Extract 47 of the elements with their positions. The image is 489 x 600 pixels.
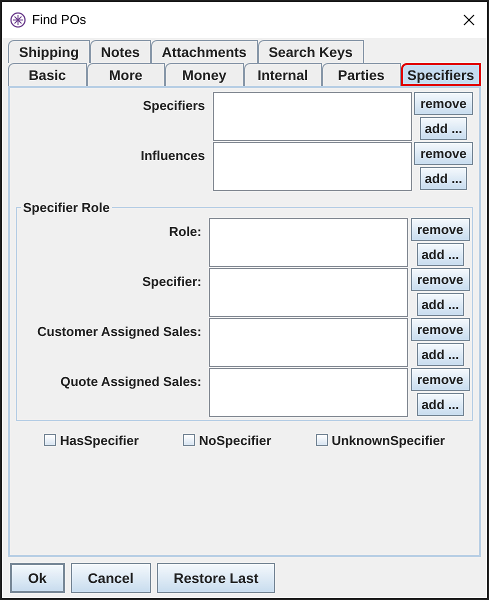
add-button[interactable]: add ... bbox=[416, 242, 464, 266]
add-button[interactable]: add ... bbox=[416, 392, 464, 416]
checkbox[interactable] bbox=[183, 434, 196, 446]
group-title: Specifier Role bbox=[22, 199, 111, 217]
field-label: Specifiers bbox=[142, 97, 206, 115]
tab[interactable]: More bbox=[86, 63, 165, 86]
tab[interactable]: Internal bbox=[244, 63, 322, 86]
list-field[interactable] bbox=[213, 92, 412, 141]
remove-button[interactable]: remove bbox=[410, 268, 470, 290]
list-field[interactable] bbox=[209, 318, 408, 366]
list-field[interactable] bbox=[209, 218, 408, 266]
list-field[interactable] bbox=[213, 142, 412, 191]
field-label: Specifier: bbox=[141, 272, 202, 291]
field-label: Influences bbox=[140, 147, 206, 165]
field-label: Role: bbox=[168, 222, 202, 240]
remove-button[interactable]: remove bbox=[414, 92, 473, 115]
add-button[interactable]: add ... bbox=[416, 292, 464, 316]
dialog-button[interactable]: Ok bbox=[10, 563, 65, 593]
checkbox-label: UnknownSpecifier bbox=[332, 432, 445, 450]
list-field[interactable] bbox=[209, 368, 408, 416]
checkbox-label: NoSpecifier bbox=[199, 432, 272, 450]
checkbox[interactable] bbox=[316, 434, 328, 446]
field-label: Customer Assigned Sales: bbox=[36, 322, 202, 341]
tab[interactable]: Basic bbox=[8, 63, 86, 86]
remove-button[interactable]: remove bbox=[410, 318, 470, 340]
list-field[interactable] bbox=[209, 268, 408, 316]
tab[interactable]: Parties bbox=[322, 63, 400, 86]
tab[interactable]: Notes bbox=[90, 40, 151, 63]
dialog-button[interactable]: Restore Last bbox=[156, 563, 276, 593]
add-button[interactable]: add ... bbox=[416, 342, 464, 366]
add-button[interactable]: add ... bbox=[420, 117, 467, 140]
tab[interactable]: Search Keys bbox=[258, 40, 364, 63]
dialog-button[interactable]: Cancel bbox=[70, 563, 151, 593]
app-logo-icon bbox=[10, 12, 26, 28]
remove-button[interactable]: remove bbox=[410, 218, 470, 240]
add-button[interactable]: add ... bbox=[420, 167, 467, 190]
field-label: Quote Assigned Sales: bbox=[59, 372, 202, 391]
tab[interactable]: Specifiers bbox=[400, 63, 481, 86]
tab[interactable]: Shipping bbox=[8, 40, 90, 63]
checkbox[interactable] bbox=[44, 434, 56, 446]
tab[interactable]: Attachments bbox=[150, 40, 258, 63]
tab[interactable]: Money bbox=[165, 63, 244, 86]
close-icon[interactable] bbox=[463, 14, 475, 26]
checkbox-label: HasSpecifier bbox=[60, 432, 139, 450]
window-title: Find POs bbox=[32, 11, 86, 30]
remove-button[interactable]: remove bbox=[410, 368, 470, 390]
remove-button[interactable]: remove bbox=[414, 142, 473, 165]
